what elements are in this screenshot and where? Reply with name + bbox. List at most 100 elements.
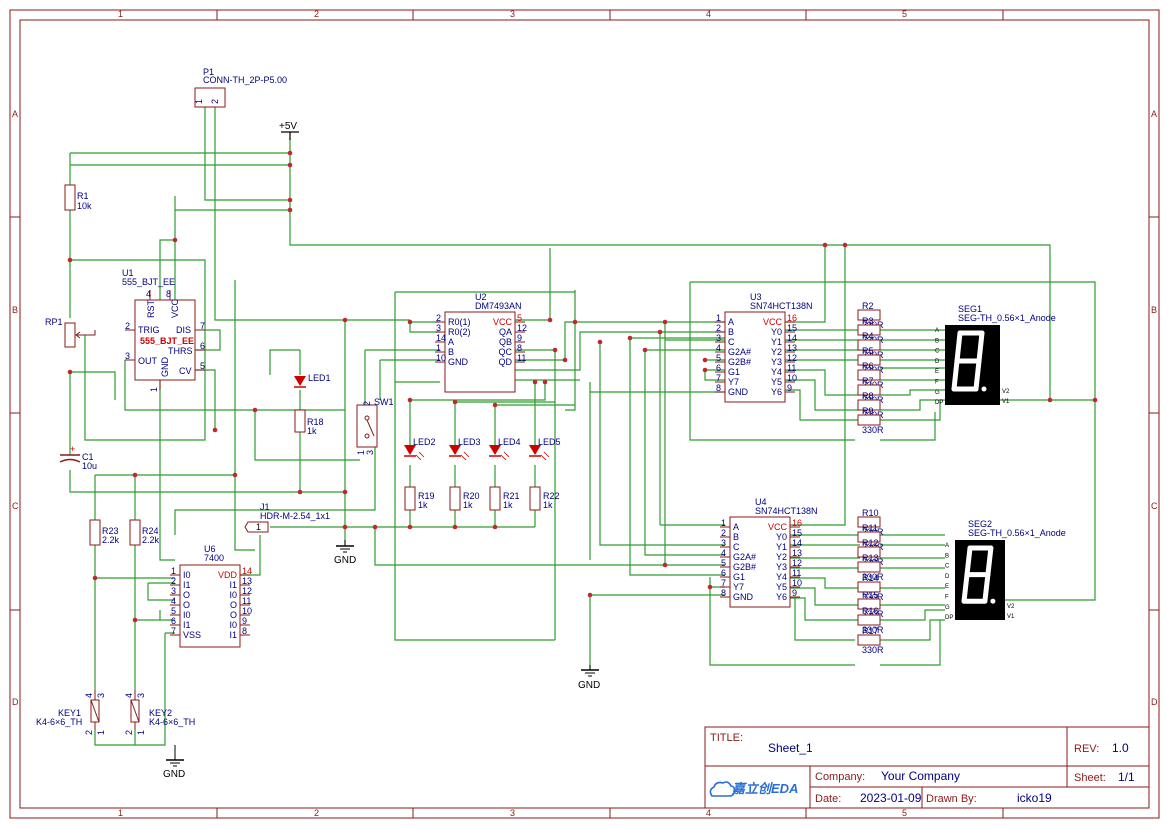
- seg-pin: A: [935, 328, 939, 334]
- ic-u2-dm7493: U2 DM7493AN 2 R0(1)3 R0(2)14 A1 B10 GND5VCC12…: [435, 292, 527, 393]
- pin-number: 16: [787, 313, 797, 323]
- pin-number: 3: [436, 323, 441, 333]
- resistor-r24: R24 2.2k: [129, 519, 160, 546]
- pin-number: 3: [721, 538, 726, 548]
- svg-text:7400: 7400: [204, 553, 224, 563]
- resistor-ref: R7: [862, 376, 874, 386]
- resistor-ref: R14: [862, 573, 879, 583]
- led-ref: LED4: [498, 437, 521, 447]
- resistor-ref: R15: [862, 590, 879, 600]
- pin-number: 11: [787, 363, 796, 373]
- svg-text:SN74HCT138N: SN74HCT138N: [750, 301, 813, 311]
- grid-row-label: D: [12, 697, 19, 707]
- pin-number: 1: [171, 566, 176, 576]
- resistor-ref: R10: [862, 508, 879, 518]
- grid-col-label: 4: [706, 808, 711, 818]
- key-pin: 4: [124, 693, 134, 698]
- svg-text:8: 8: [166, 289, 171, 299]
- pin-label: Y2: [771, 347, 782, 357]
- pin-label: B: [448, 347, 454, 357]
- svg-text:DIS: DIS: [176, 325, 191, 335]
- svg-text:5: 5: [200, 361, 205, 371]
- gnd-label-1: GND: [334, 555, 356, 566]
- pin-number: 16: [792, 518, 802, 528]
- grid-row-label: B: [1151, 305, 1157, 315]
- pin-label: G2A#: [728, 347, 751, 357]
- resistor-value: 330R: [862, 425, 884, 435]
- pin-number: 6: [171, 616, 176, 626]
- pin-label: Y6: [776, 592, 787, 602]
- resistor-ref: R2: [862, 301, 874, 311]
- seg-pin: A: [945, 543, 949, 549]
- pin-label: G2B#: [728, 357, 751, 367]
- grid-row-label: B: [12, 305, 18, 315]
- svg-text:+: +: [70, 444, 75, 454]
- pin-label: B: [733, 532, 739, 542]
- pin-number: 14: [792, 538, 802, 548]
- pin-label: GND: [733, 592, 754, 602]
- pin-label: Y1: [771, 337, 782, 347]
- grid-col-label: 3: [510, 808, 515, 818]
- svg-text:555_BJT_EE: 555_BJT_EE: [122, 277, 175, 287]
- grid-col-label: 4: [706, 9, 711, 19]
- resistor-value: 1k: [503, 500, 513, 510]
- svg-text:THRS: THRS: [168, 346, 193, 356]
- pushbutton-key1: KEY1 K4-6×6_TH 4 32 1: [36, 690, 106, 735]
- pin-number: 11: [792, 568, 801, 578]
- led-ref: LED2: [413, 437, 436, 447]
- pin-label: A: [448, 337, 454, 347]
- pin-label: VCC: [763, 317, 783, 327]
- pin-label: Y5: [771, 377, 782, 387]
- resistor-ref: R16: [862, 606, 879, 616]
- seven-segment-seg1: SEG1 SEG-TH_0.56×1_Anode ABCDEFGDPV2V1: [935, 304, 1056, 406]
- pin-label: VCC: [768, 522, 788, 532]
- pin-number: 3: [716, 333, 721, 343]
- svg-text:10u: 10u: [82, 461, 97, 471]
- svg-text:SEG-TH_0.56×1_Anode: SEG-TH_0.56×1_Anode: [958, 313, 1056, 323]
- svg-text:2.2k: 2.2k: [142, 535, 160, 545]
- seg-pin: V2: [1002, 389, 1010, 395]
- svg-text:7: 7: [200, 321, 205, 331]
- svg-text:LED1: LED1: [308, 373, 331, 383]
- pin-label: I1: [229, 630, 237, 640]
- led-led1: LED1: [294, 373, 331, 388]
- pin-number: 12: [242, 586, 252, 596]
- grid-col-label: 5: [902, 9, 907, 19]
- resistor-ref: R5: [862, 346, 874, 356]
- pin-label: I0: [229, 620, 237, 630]
- pin-label: G2A#: [733, 552, 756, 562]
- key-pin: 2: [84, 730, 94, 735]
- pin-label: A: [733, 522, 739, 532]
- pin-number: 9: [787, 383, 792, 393]
- seg-pin: F: [945, 595, 949, 601]
- wires: [69, 107, 1096, 746]
- pin-label: Y7: [728, 377, 739, 387]
- potentiometer-rp1: RP1: [45, 317, 96, 348]
- pin-number: 7: [171, 626, 176, 636]
- pin-label: G1: [733, 572, 745, 582]
- resistor-r18: R18 1k: [294, 409, 324, 436]
- svg-text:10k: 10k: [77, 201, 92, 211]
- pin-number: 5: [721, 558, 726, 568]
- pin-label: GND: [728, 387, 749, 397]
- grid-col-label: 3: [510, 9, 515, 19]
- pin-label: QA: [499, 327, 512, 337]
- grid-row-label: D: [1151, 697, 1158, 707]
- pin-number: 6: [721, 568, 726, 578]
- grid-col-label: 1: [118, 808, 123, 818]
- drawn-value: icko19: [1017, 791, 1052, 805]
- pin-label: I1: [183, 620, 191, 630]
- seg-pin: V2: [1007, 604, 1015, 610]
- svg-text:SEG-TH_0.56×1_Anode: SEG-TH_0.56×1_Anode: [968, 528, 1066, 538]
- resistor-value: 1k: [463, 500, 473, 510]
- gnd-symbol-2: GND: [578, 665, 600, 691]
- cloud-icon: [709, 781, 736, 797]
- pin-label: G1: [728, 367, 740, 377]
- svg-text:4: 4: [146, 289, 151, 299]
- svg-text:1: 1: [149, 387, 159, 392]
- pin-number: 1: [436, 343, 441, 353]
- pin-label: Y6: [771, 387, 782, 397]
- svg-text:1k: 1k: [307, 426, 317, 436]
- pin-number: 2: [436, 313, 441, 323]
- gnd-label-2: GND: [578, 680, 600, 691]
